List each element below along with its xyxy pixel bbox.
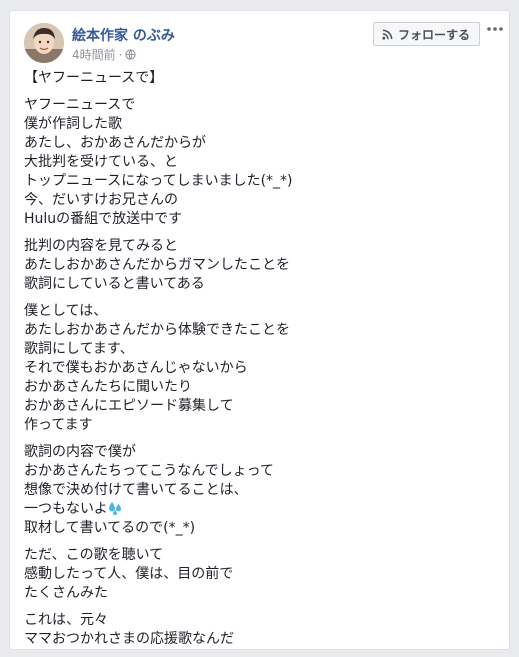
text-line: トップニュースになってしまいました(*_*) [24, 173, 293, 189]
text-line: おかあさんたちに聞いたり [24, 379, 192, 395]
globe-icon[interactable] [125, 49, 137, 60]
paragraph-4: 歌詞の内容で僕が おかあさんたちってこうなんでしょって 想像で決め付けて書いてる… [24, 443, 500, 538]
text-line: 想像で決め付けて書いてることは、 [24, 482, 248, 498]
text-line: ヤフーニュースで [24, 97, 136, 113]
text-line: おかあさんにエピソード募集して [24, 398, 234, 414]
text-line: ママおつかれさまの応援歌なんだ [24, 631, 234, 647]
paragraph-6: これは、元々 ママおつかれさまの応援歌なんだ [24, 611, 500, 649]
text-line: 感動したって人、僕は、目の前で [24, 566, 234, 582]
text-line: あたしおかあさんだから体験できたことを [24, 322, 290, 338]
avatar[interactable] [24, 23, 64, 63]
paragraph-3: 僕としては、 あたしおかあさんだから体験できたことを 歌詞にしてます、 それで僕… [24, 302, 500, 435]
text-line-with-emoji: 一つもないよ [24, 500, 500, 519]
more-dots-icon[interactable] [486, 23, 504, 35]
text-line: 批判の内容を見てみると [24, 238, 178, 254]
post-body: 【ヤフーニュースで】 ヤフーニュースで 僕が作詞した歌 あたし、おかあさんだから… [24, 69, 500, 657]
text-line: これは、元々 [24, 612, 108, 628]
text-line: たくさんみた [24, 585, 108, 601]
post-card: 絵本作家 のぶみ 4時間前 · フォローする 【ヤフーニュースで】 ヤフーニュース… [9, 10, 510, 650]
follow-button[interactable]: フォローする [373, 22, 481, 46]
rss-icon [382, 29, 393, 40]
text-line: 大批判を受けている、と [24, 154, 178, 170]
paragraph-1: ヤフーニュースで 僕が作詞した歌 あたし、おかあさんだからが 大批判を受けている… [24, 96, 500, 229]
text-line: それで僕もおかあさんじゃないから [24, 360, 248, 376]
text-line: Huluの番組で放送中です [24, 211, 183, 227]
text-line: ただ、この歌を聴いて [24, 547, 164, 563]
meta-separator: · [118, 48, 123, 62]
text-line: 作ってます [24, 417, 93, 433]
sweat-drops-icon [108, 502, 121, 515]
post-heading: 【ヤフーニュースで】 [24, 69, 500, 88]
text-line: 歌詞の内容で僕が [24, 444, 136, 460]
text-line: 僕が作詞した歌 [24, 116, 122, 132]
text-line: 歌詞にしていると書いてある [24, 276, 205, 292]
author-name-link[interactable]: 絵本作家 のぶみ [72, 25, 175, 45]
text-line: おかあさんたちってこうなんでしょって [24, 463, 274, 479]
text-line: あたしおかあさんだからガマンしたことを [24, 257, 290, 273]
text-line: あたし、おかあさんだからが [24, 135, 206, 151]
paragraph-5: ただ、この歌を聴いて 感動したって人、僕は、目の前で たくさんみた [24, 546, 500, 603]
text-segment: 一つもないよ [24, 501, 108, 517]
post-timestamp[interactable]: 4時間前 [72, 48, 116, 62]
paragraph-2: 批判の内容を見てみると あたしおかあさんだからガマンしたことを 歌詞にしていると… [24, 237, 500, 294]
text-line: 今、だいすけお兄さんの [24, 192, 178, 208]
follow-button-label: フォローする [398, 27, 471, 42]
text-line: 歌詞にしてます、 [24, 341, 134, 357]
text-line: 僕としては、 [24, 303, 108, 319]
heading-line: 【ヤフーニュースで】 [24, 70, 164, 86]
text-line: 取材して書いてるので(*_*) [24, 520, 196, 536]
avatar-photo [24, 23, 64, 63]
post-meta: 4時間前 · [72, 46, 137, 63]
